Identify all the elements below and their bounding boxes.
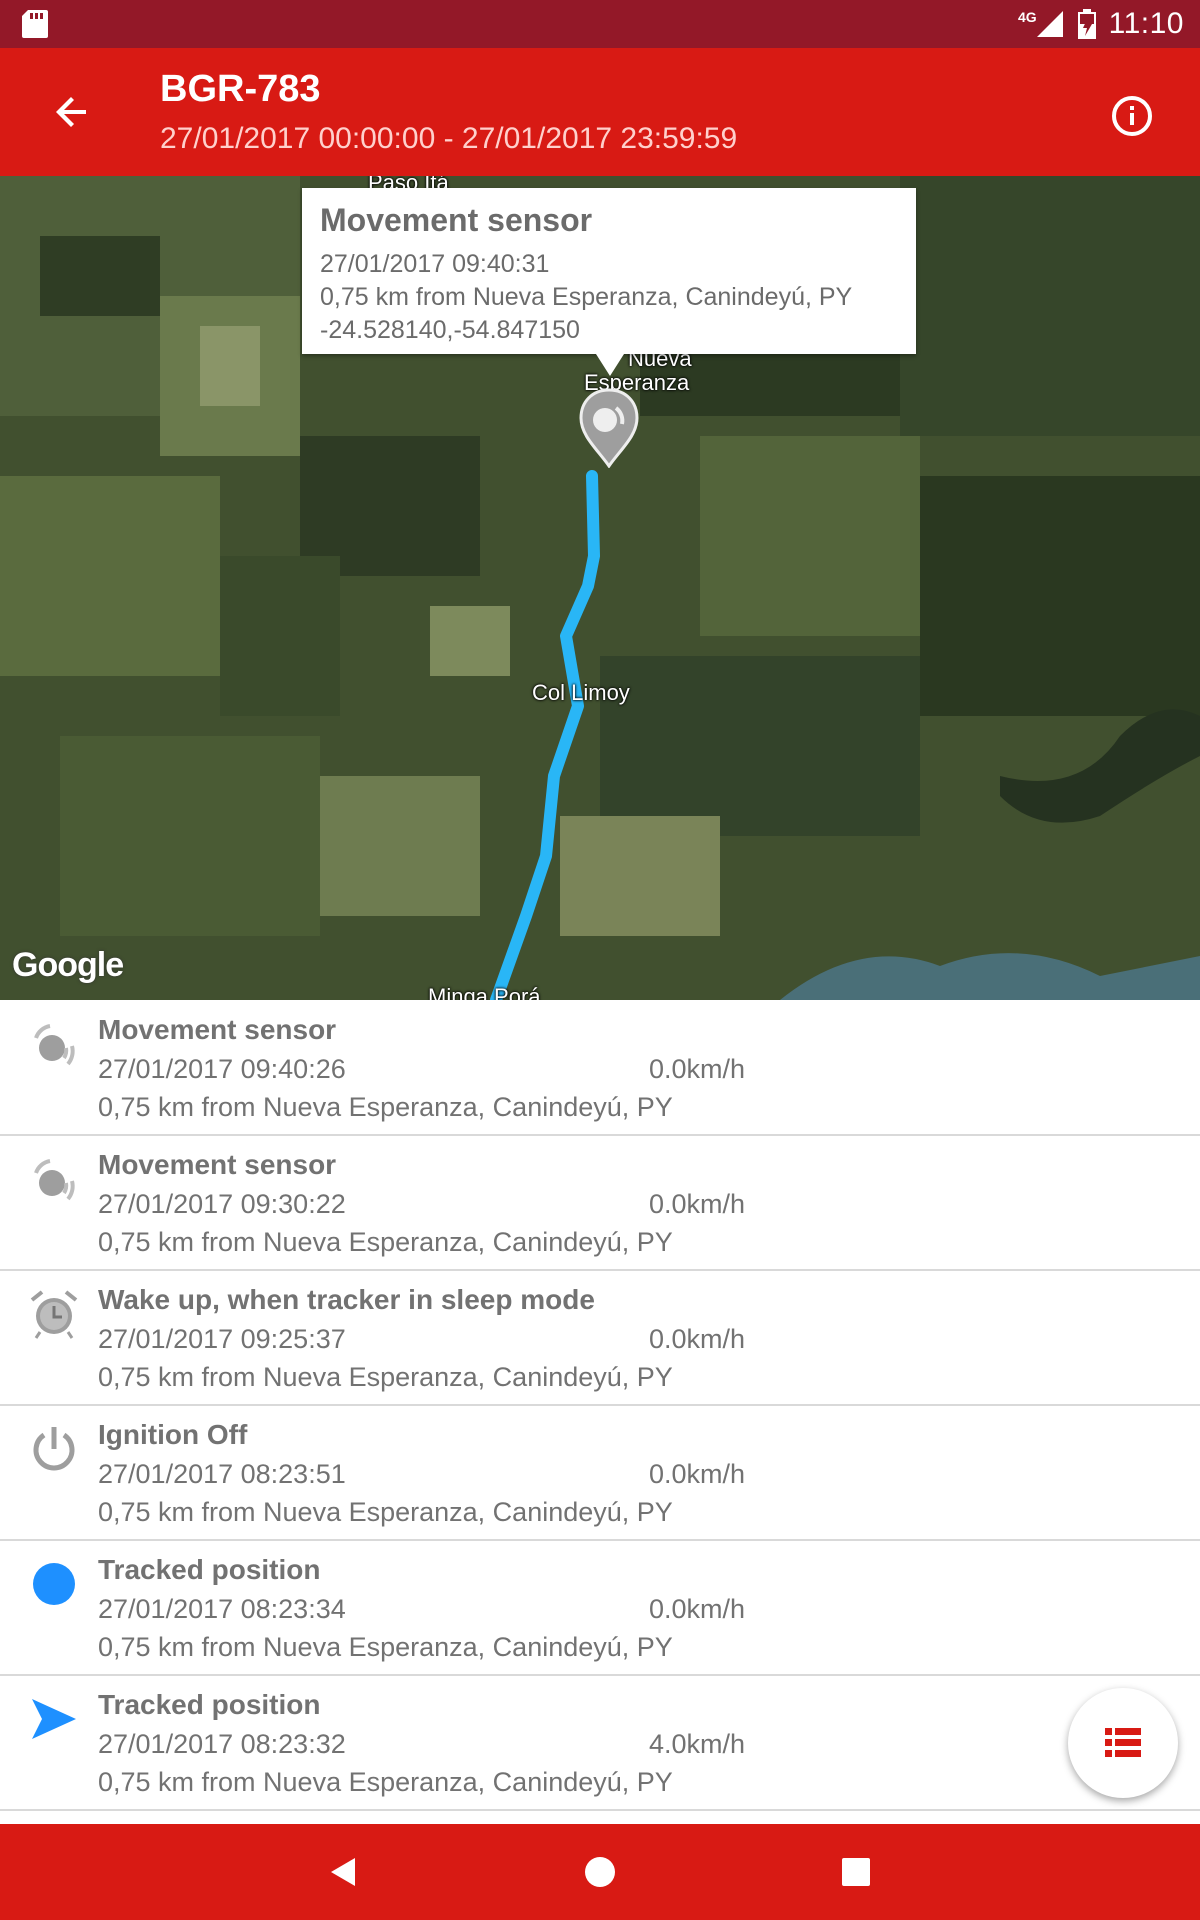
event-title: Wake up, when tracker in sleep mode <box>98 1284 595 1315</box>
movement-sensor-icon <box>34 1159 75 1201</box>
event-title: Movement sensor <box>98 1149 337 1180</box>
event-list[interactable]: Movement sensor 27/01/2017 09:40:26 0.0k… <box>0 1000 1200 1824</box>
list-item[interactable]: Tracked position 27/01/2017 08:23:34 0.0… <box>0 1540 1200 1676</box>
event-address: 0,75 km from Nueva Esperanza, Canindeyú,… <box>98 1362 673 1392</box>
power-icon <box>33 1427 75 1471</box>
map-marker-pin-icon[interactable] <box>578 388 640 468</box>
nav-back-icon <box>331 1858 355 1886</box>
app-bar: BGR-783 27/01/2017 00:00:00 - 27/01/2017… <box>0 48 1200 176</box>
list-item[interactable]: Movement sensor 27/01/2017 09:30:22 0.0k… <box>0 1135 1200 1271</box>
event-datetime: 27/01/2017 09:30:22 <box>98 1189 346 1219</box>
event-datetime: 27/01/2017 09:40:26 <box>98 1054 346 1084</box>
event-address: 0,75 km from Nueva Esperanza, Canindeyú,… <box>98 1092 673 1122</box>
page-title: BGR-783 <box>160 68 321 110</box>
list-item[interactable]: Wake up, when tracker in sleep mode 27/0… <box>0 1270 1200 1406</box>
info-button[interactable] <box>1104 88 1160 144</box>
event-title: Tracked position <box>98 1554 321 1585</box>
list-icon <box>1105 1728 1141 1757</box>
nav-home-icon <box>585 1857 615 1887</box>
event-address: 0,75 km from Nueva Esperanza, Canindeyú,… <box>98 1767 673 1797</box>
event-speed: 0.0km/h <box>649 1189 746 1219</box>
nav-home-button[interactable] <box>570 1842 630 1902</box>
event-title: Movement sensor <box>98 1014 337 1045</box>
info-window-coordinates: -24.528140,-54.847150 <box>320 316 580 344</box>
info-icon <box>1112 96 1152 136</box>
system-nav-bar <box>0 1824 1200 1920</box>
event-datetime: 27/01/2017 08:23:51 <box>98 1459 346 1489</box>
info-window-title: Movement sensor <box>320 202 593 238</box>
movement-sensor-icon <box>34 1024 75 1066</box>
tracked-dot-icon <box>33 1563 75 1605</box>
signal-icon <box>1036 11 1063 37</box>
clock: 11:10 <box>1108 7 1184 40</box>
nav-back-button[interactable] <box>314 1842 374 1902</box>
info-window-tail <box>596 354 624 376</box>
google-logo: Google <box>12 946 124 984</box>
event-speed: 0.0km/h <box>649 1594 746 1624</box>
event-title: Ignition Off <box>98 1419 248 1450</box>
event-title: Tracked position <box>98 1689 321 1720</box>
event-address: 0,75 km from Nueva Esperanza, Canindeyú,… <box>98 1632 673 1662</box>
event-datetime: 27/01/2017 08:23:34 <box>98 1594 346 1624</box>
arrow-back-icon <box>56 97 86 127</box>
event-datetime: 27/01/2017 09:25:37 <box>98 1324 346 1354</box>
back-button[interactable] <box>40 80 104 144</box>
info-window-address: 0,75 km from Nueva Esperanza, Canindeyú,… <box>320 283 853 311</box>
event-speed: 0.0km/h <box>649 1054 746 1084</box>
info-window-datetime: 27/01/2017 09:40:31 <box>320 250 550 278</box>
sd-card-icon <box>22 10 48 38</box>
map-label-col-limoy: Col Limoy <box>532 680 630 705</box>
marker-info-window[interactable]: Movement sensor 27/01/2017 09:40:31 0,75… <box>302 188 916 354</box>
event-address: 0,75 km from Nueva Esperanza, Canindeyú,… <box>98 1497 673 1527</box>
direction-arrow-icon <box>32 1699 76 1739</box>
alarm-clock-icon <box>30 1290 78 1339</box>
list-item[interactable]: Movement sensor 27/01/2017 09:40:26 0.0k… <box>0 1000 1200 1136</box>
event-speed: 0.0km/h <box>649 1459 746 1489</box>
date-range: 27/01/2017 00:00:00 - 27/01/2017 23:59:5… <box>160 122 738 155</box>
event-address: 0,75 km from Nueva Esperanza, Canindeyú,… <box>98 1227 673 1257</box>
event-datetime: 27/01/2017 08:23:32 <box>98 1729 346 1759</box>
event-speed: 4.0km/h <box>649 1729 746 1759</box>
list-view-fab[interactable] <box>1068 1688 1178 1798</box>
map-label-minga-pora: Minga Porá <box>428 984 541 1000</box>
list-item[interactable]: Ignition Off 27/01/2017 08:23:51 0.0km/h… <box>0 1405 1200 1541</box>
battery-icon <box>1077 9 1096 39</box>
event-speed: 0.0km/h <box>649 1324 746 1354</box>
list-item[interactable]: Tracked position 27/01/2017 08:23:32 4.0… <box>0 1675 1200 1811</box>
status-bar: 4G 11:10 <box>0 0 1200 48</box>
nav-recents-icon <box>842 1858 870 1886</box>
nav-recents-button[interactable] <box>826 1842 886 1902</box>
